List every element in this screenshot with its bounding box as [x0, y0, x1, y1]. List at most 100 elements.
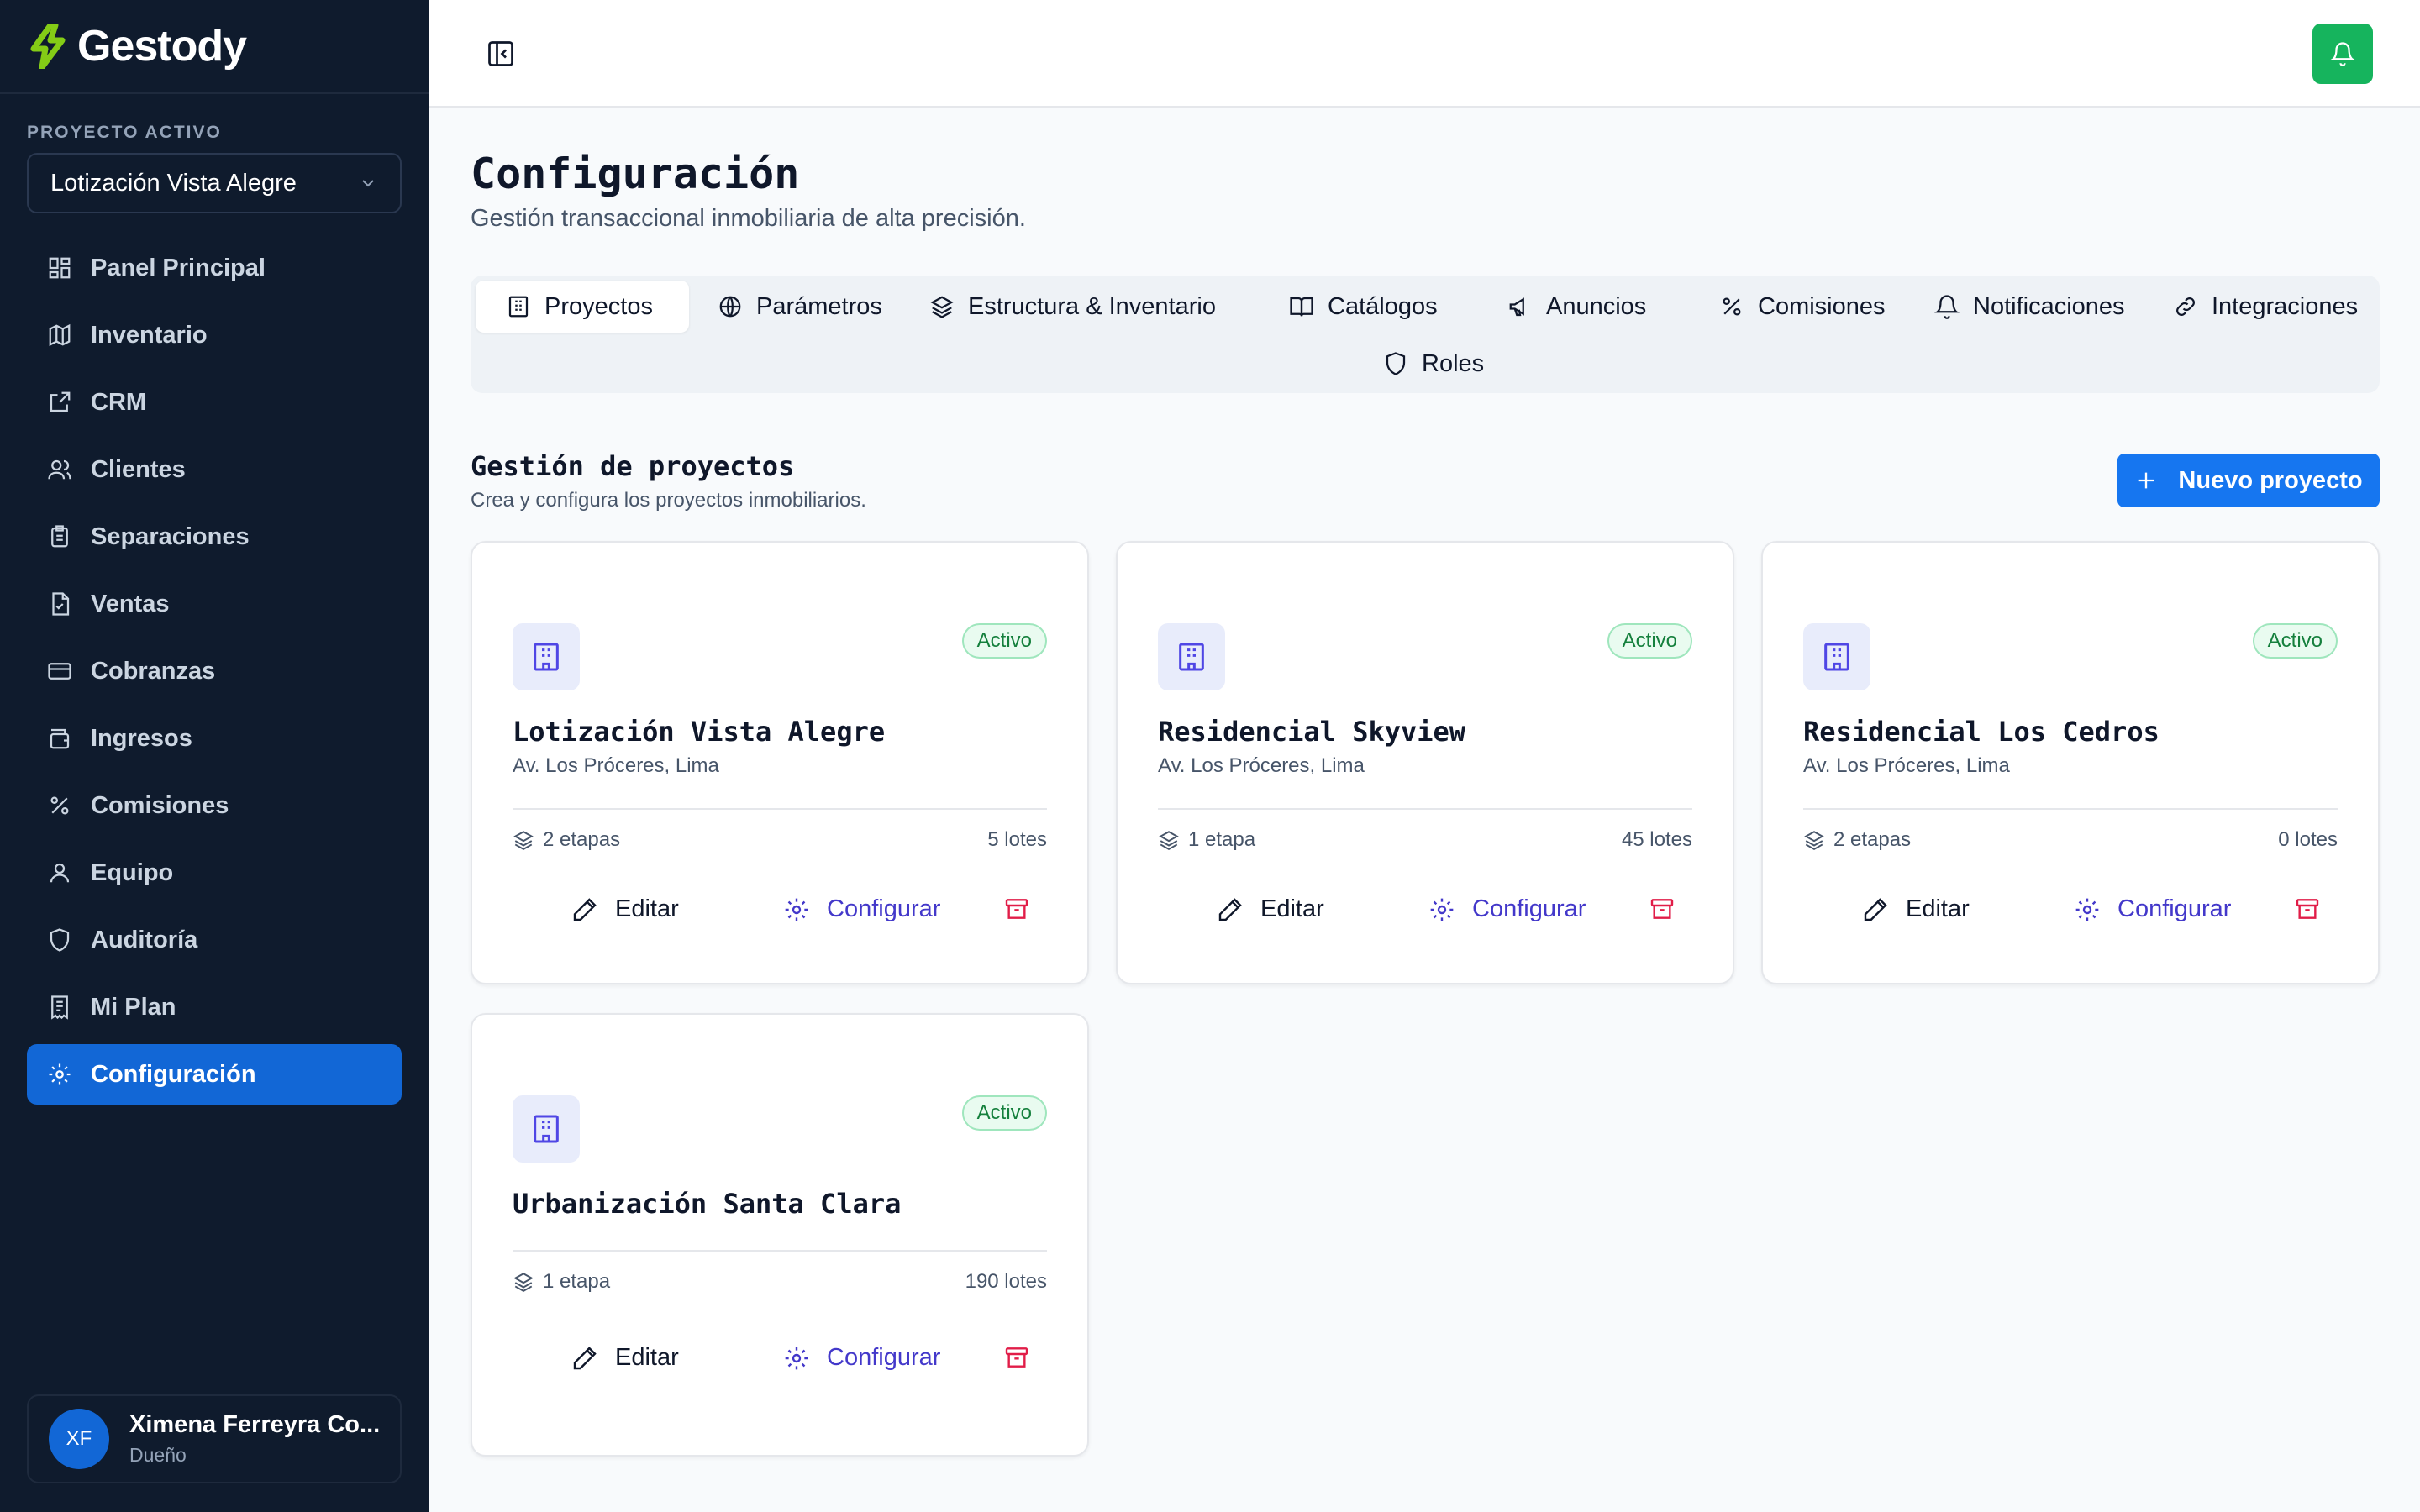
building-icon [513, 623, 580, 690]
project-select-value: Lotización Vista Alegre [50, 169, 297, 197]
archive-icon [1005, 1347, 1028, 1368]
tab-label: Catálogos [1328, 292, 1438, 320]
project-lots: 5 lotes [987, 828, 1047, 851]
user-card[interactable]: XF Ximena Ferreyra Co... Dueño [27, 1394, 402, 1483]
divider [1158, 808, 1692, 810]
tab-label: Estructura & Inventario [968, 292, 1216, 320]
sidebar-nav: Panel Principal Inventario CRM Clientes … [27, 238, 402, 1111]
sidebar-item-label: Configuración [91, 1060, 256, 1088]
configure-button[interactable]: Configurar [2074, 895, 2231, 923]
user-info: Ximena Ferreyra Co... Dueño [129, 1411, 380, 1467]
archive-button[interactable] [1649, 895, 1676, 922]
map-icon [49, 323, 71, 347]
sidebar-item-comisiones[interactable]: Comisiones [27, 775, 402, 836]
wallet-icon [50, 728, 70, 749]
tab-comisiones[interactable]: Comisiones [1706, 281, 1899, 333]
project-stages-text: 1 etapa [543, 1270, 611, 1293]
pencil-icon [573, 897, 597, 921]
project-lots: 0 lotes [2278, 828, 2338, 851]
book-icon [1290, 297, 1313, 317]
sidebar-item-separaciones[interactable]: Separaciones [27, 507, 402, 567]
archive-button[interactable] [1003, 895, 1030, 922]
project-stages-text: 2 etapas [1833, 828, 1912, 851]
sidebar-item-crm[interactable]: CRM [27, 372, 402, 433]
sidebar-item-inventario[interactable]: Inventario [27, 305, 402, 365]
status-badge: Activo [1607, 623, 1692, 659]
project-card: Activo Residencial Skyview Av. Los Próce… [1116, 541, 1734, 984]
page-title: Configuración [471, 150, 800, 198]
globe-icon [719, 296, 741, 318]
archive-icon [2296, 899, 2319, 919]
building-icon [513, 1095, 580, 1163]
sidebar-item-panel-principal[interactable]: Panel Principal [27, 238, 402, 298]
card-actions: Editar Configurar [472, 895, 1087, 937]
users-icon [48, 459, 71, 480]
building-icon [508, 296, 529, 318]
edit-button[interactable]: Editar [571, 895, 679, 923]
archive-button[interactable] [1003, 1344, 1030, 1371]
bell-icon [2330, 42, 2355, 66]
sidebar-item-auditoria[interactable]: Auditoría [27, 910, 402, 970]
project-lots: 45 lotes [1621, 828, 1692, 851]
settings-tabs: Proyectos Parámetros Estructura & Invent… [471, 276, 2380, 393]
project-name: Residencial Skyview [1158, 716, 1466, 748]
archive-icon [1650, 899, 1674, 919]
new-project-button[interactable]: Nuevo proyecto [2118, 454, 2380, 507]
sidebar-item-configuracion[interactable]: Configuración [27, 1044, 402, 1105]
gear-icon [785, 1347, 808, 1369]
sidebar-item-label: Separaciones [91, 522, 250, 550]
gear-icon [49, 1063, 71, 1085]
sidebar-item-label: Panel Principal [91, 254, 266, 281]
sidebar-item-label: Auditoría [91, 926, 198, 953]
notifications-button[interactable] [2312, 24, 2373, 84]
project-stages: 1 etapa [513, 1270, 610, 1294]
status-badge: Activo [961, 623, 1047, 659]
card-actions: Editar Configurar [1118, 895, 1733, 937]
avatar: XF [49, 1409, 109, 1469]
edit-button[interactable]: Editar [1862, 895, 1970, 923]
configure-button[interactable]: Configurar [783, 895, 940, 923]
brand-logo-icon [30, 24, 66, 69]
credit-card-icon [48, 663, 71, 680]
megaphone-icon [1509, 297, 1524, 317]
edit-button[interactable]: Editar [571, 1344, 679, 1372]
sidebar-item-mi-plan[interactable]: Mi Plan [27, 977, 402, 1037]
project-stages-text: 2 etapas [543, 828, 621, 851]
tab-anuncios[interactable]: Anuncios [1494, 281, 1660, 333]
project-lots: 190 lotes [965, 1270, 1047, 1293]
topbar [429, 0, 2420, 108]
configure-button[interactable]: Configurar [783, 1344, 940, 1372]
divider [1803, 808, 2338, 810]
project-address: Av. Los Próceres, Lima [1803, 754, 2010, 777]
tab-proyectos[interactable]: Proyectos [476, 281, 689, 333]
sidebar-item-label: Equipo [91, 858, 174, 886]
tab-label: Integraciones [2212, 292, 2359, 320]
tab-parametros[interactable]: Parámetros [704, 281, 896, 333]
sidebar-item-ventas[interactable]: Ventas [27, 574, 402, 634]
sidebar-item-label: Cobranzas [91, 657, 216, 685]
brand[interactable]: Gestody [0, 0, 429, 94]
tab-catalogos[interactable]: Catálogos [1276, 281, 1451, 333]
tab-integraciones[interactable]: Integraciones [2160, 281, 2371, 333]
status-badge: Activo [2252, 623, 2338, 659]
user-name: Ximena Ferreyra Co... [129, 1411, 381, 1438]
tab-roles[interactable]: Roles [1370, 338, 1497, 390]
tab-estructura-inventario[interactable]: Estructura & Inventario [916, 281, 1229, 333]
tab-notificaciones[interactable]: Notificaciones [1921, 281, 2139, 333]
sidebar: Gestody PROYECTO ACTIVO Lotización Vista… [0, 0, 429, 1512]
sidebar-item-ingresos[interactable]: Ingresos [27, 708, 402, 769]
project-select[interactable]: Lotización Vista Alegre [27, 153, 402, 213]
edit-button[interactable]: Editar [1217, 895, 1324, 923]
status-badge: Activo [961, 1095, 1047, 1131]
sidebar-item-cobranzas[interactable]: Cobranzas [27, 641, 402, 701]
sidebar-item-equipo[interactable]: Equipo [27, 843, 402, 903]
archive-button[interactable] [2294, 895, 2321, 922]
project-name: Lotización Vista Alegre [513, 716, 886, 748]
sidebar-item-clientes[interactable]: Clientes [27, 439, 402, 500]
project-name: Urbanización Santa Clara [513, 1188, 902, 1220]
configure-button[interactable]: Configurar [1428, 895, 1586, 923]
layers-icon [1804, 831, 1824, 850]
project-card: Activo Urbanización Santa Clara 1 etapa … [471, 1013, 1089, 1457]
sidebar-toggle-icon[interactable] [486, 39, 516, 69]
section-subtitle: Crea y configura los proyectos inmobilia… [471, 489, 866, 512]
